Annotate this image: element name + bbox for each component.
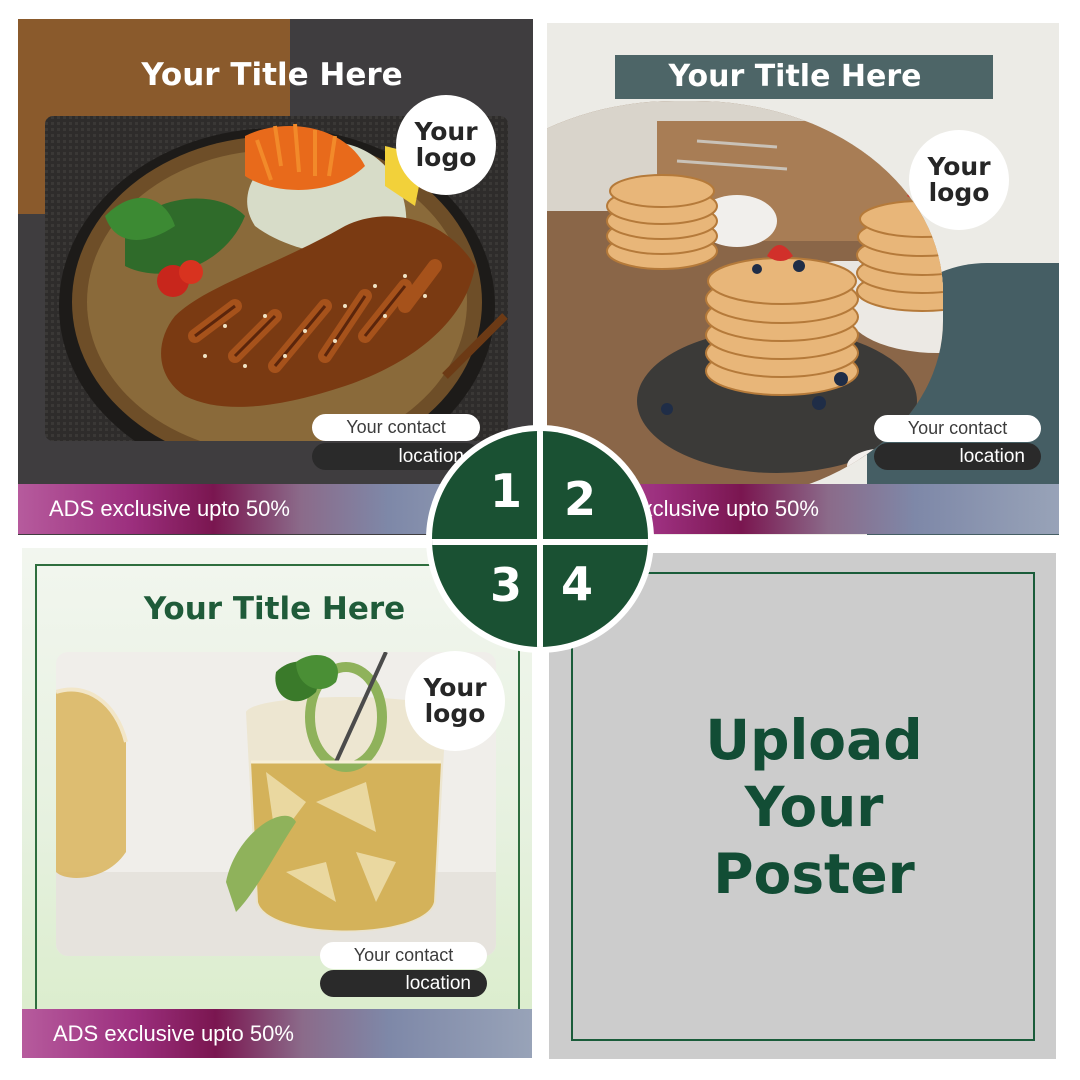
upload-poster-text[interactable]: Upload Your Poster [549, 707, 1056, 908]
badge-quadrants: 1 2 3 4 [432, 431, 648, 647]
badge-number-1[interactable]: 1 [490, 464, 522, 518]
template-panel-1[interactable]: Your Title Here Your logo Your contact l… [18, 19, 533, 535]
template-panel-3[interactable]: Your Title Here Your logo Your contact l… [22, 548, 532, 1058]
logo-placeholder[interactable]: Your logo [405, 651, 505, 751]
upload-line-1: Upload [705, 708, 923, 772]
logo-text: Your logo [927, 152, 991, 207]
location-pill: location [874, 443, 1041, 470]
badge-number-2[interactable]: 2 [564, 472, 596, 526]
badge-number-4[interactable]: 4 [561, 557, 593, 611]
contact-pill: Your contact [874, 415, 1041, 442]
template-panel-2[interactable]: Your Title Here Your logo Your contact l… [547, 23, 1059, 535]
panel-title: Your Title Here [668, 59, 922, 94]
badge-number-3[interactable]: 3 [490, 558, 522, 612]
panel-title: Your Title Here [141, 57, 403, 93]
contact-pill: Your contact [320, 942, 487, 969]
upload-line-2: Your [744, 775, 884, 839]
location-pill: location [320, 970, 487, 997]
logo-text: Your logo [423, 673, 487, 728]
badge-divider-horizontal [432, 539, 648, 545]
logo-placeholder[interactable]: Your logo [909, 130, 1009, 230]
contact-pill: Your contact [312, 414, 480, 441]
template-number-badge: 1 2 3 4 [426, 425, 654, 653]
upload-line-3: Poster [713, 842, 915, 906]
ads-banner: ADS exclusive upto 50% [22, 1009, 532, 1058]
logo-text: Your logo [414, 117, 478, 172]
logo-placeholder[interactable]: Your logo [396, 95, 496, 195]
upload-poster-panel[interactable]: Upload Your Poster [549, 553, 1056, 1059]
